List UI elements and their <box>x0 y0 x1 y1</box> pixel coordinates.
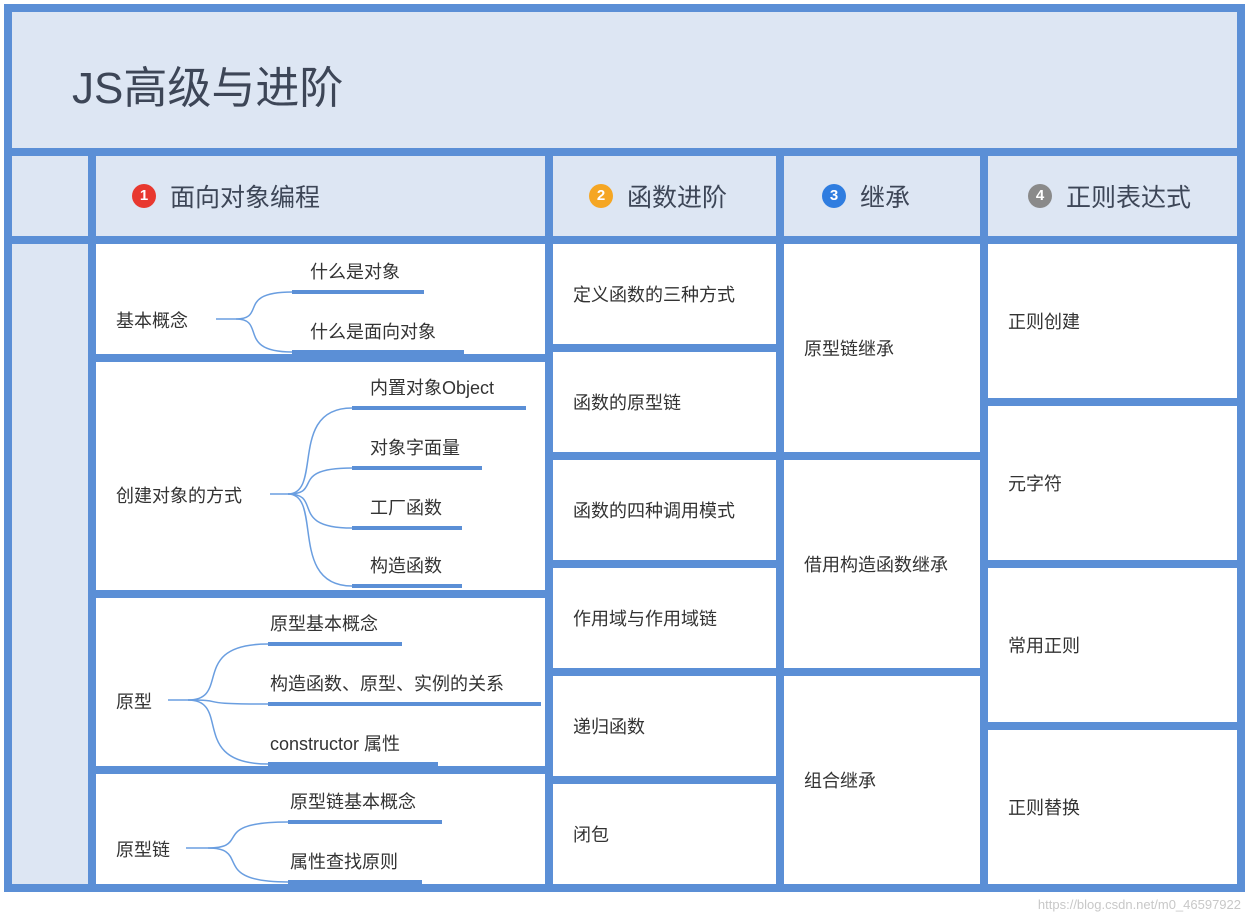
column-header-label: 继承 <box>860 184 911 212</box>
regex-topic: 正则替换 <box>988 730 1237 884</box>
branch-curve <box>235 318 293 353</box>
oop-group-create-objects: 创建对象的方式 内置对象Object 对象字面量工厂函数构造函数 <box>96 362 545 590</box>
page-title: JS高级与进阶 <box>72 64 344 113</box>
body-left-strip <box>12 244 88 884</box>
cell-label: 常用正则 <box>1008 636 1080 656</box>
column-header-label: 正则表达式 <box>1066 184 1192 212</box>
column-header-functions: 2 函数进阶 <box>553 156 776 236</box>
cell-label: 闭包 <box>573 825 609 845</box>
mindmap-root-label: 创建对象的方式 <box>116 486 242 506</box>
badge-3-icon: 3 <box>822 184 846 208</box>
function-topic: 闭包 <box>553 784 776 884</box>
function-topic: 作用域与作用域链 <box>553 568 776 668</box>
oop-group-prototype-chain: 原型链 原型链基本概念 属性查找原则 <box>96 774 545 884</box>
inheritance-topic: 原型链继承 <box>784 244 980 452</box>
inheritance-topic: 借用构造函数继承 <box>784 460 980 668</box>
badge-2-icon: 2 <box>589 184 613 208</box>
branch-curve <box>287 493 353 587</box>
regex-topic: 元字符 <box>988 406 1237 560</box>
column-header-oop: 1 面向对象编程 <box>96 156 545 236</box>
column-header-label: 函数进阶 <box>627 184 728 212</box>
function-topic: 函数的四种调用模式 <box>553 460 776 560</box>
column-header-regex: 4 正则表达式 <box>988 156 1237 236</box>
function-topic: 递归函数 <box>553 676 776 776</box>
cell-label: 函数的原型链 <box>573 393 681 413</box>
branch-curve <box>287 407 353 495</box>
function-topic: 定义函数的三种方式 <box>553 244 776 344</box>
column-header-inheritance: 3 继承 <box>784 156 980 236</box>
mindmap-leaf-label: 原型链基本概念 <box>290 792 416 812</box>
column-header-label: 面向对象编程 <box>170 184 321 212</box>
badge-4-icon: 4 <box>1028 184 1052 208</box>
mindmap-leaf-label: 什么是对象 <box>310 262 400 282</box>
branch-curve <box>207 821 289 849</box>
header-left-strip <box>12 156 88 236</box>
mindmap-leaf-label: 属性查找原则 <box>290 852 398 872</box>
regex-topic: 正则创建 <box>988 244 1237 398</box>
cell-label: 正则替换 <box>1008 798 1080 818</box>
mindmap-leaf-label: 构造函数、原型、实例的关系 <box>270 674 504 694</box>
mindmap-leaf-label: 对象字面量 <box>370 438 460 458</box>
mindmap-root-label: 原型链 <box>116 840 170 860</box>
mindmap-leaf-label: 什么是面向对象 <box>310 322 436 342</box>
branch-curve <box>287 493 353 529</box>
watermark: https://blog.csdn.net/m0_46597922 <box>1037 897 1241 912</box>
cell-label: 借用构造函数继承 <box>804 555 948 575</box>
mindmap-root-label: 基本概念 <box>116 311 188 331</box>
cell-label: 组合继承 <box>804 771 876 791</box>
function-topic: 函数的原型链 <box>553 352 776 452</box>
branch-curve <box>207 847 289 883</box>
mindmap-leaf-label: constructor 属性 <box>270 734 401 754</box>
mindmap-leaf-label: 构造函数 <box>370 556 442 576</box>
cell-label: 函数的四种调用模式 <box>573 501 735 521</box>
badge-1-icon: 1 <box>132 184 156 208</box>
cell-label: 作用域与作用域链 <box>573 609 717 629</box>
branch-curve <box>187 643 269 701</box>
cell-label: 元字符 <box>1008 474 1062 494</box>
mindmap-leaf-label: 工厂函数 <box>370 498 442 518</box>
inheritance-topic: 组合继承 <box>784 676 980 884</box>
cell-label: 定义函数的三种方式 <box>573 285 735 305</box>
branch-curve <box>187 699 269 765</box>
oop-group-basic-concepts: 基本概念 什么是对象什么是面向对象 <box>96 244 545 354</box>
oop-group-prototype: 原型 原型基本概念构造函数、原型、实例的关系 constructor 属性 <box>96 598 545 766</box>
mindmap-leaf-label: 原型基本概念 <box>270 614 378 634</box>
branch-curve <box>235 291 293 320</box>
cell-label: 递归函数 <box>573 717 645 737</box>
mindmap-root-label: 原型 <box>116 692 152 712</box>
regex-topic: 常用正则 <box>988 568 1237 722</box>
mindmap-leaf-label: 内置对象Object <box>370 378 495 398</box>
cell-label: 正则创建 <box>1008 312 1080 332</box>
cell-label: 原型链继承 <box>804 339 894 359</box>
